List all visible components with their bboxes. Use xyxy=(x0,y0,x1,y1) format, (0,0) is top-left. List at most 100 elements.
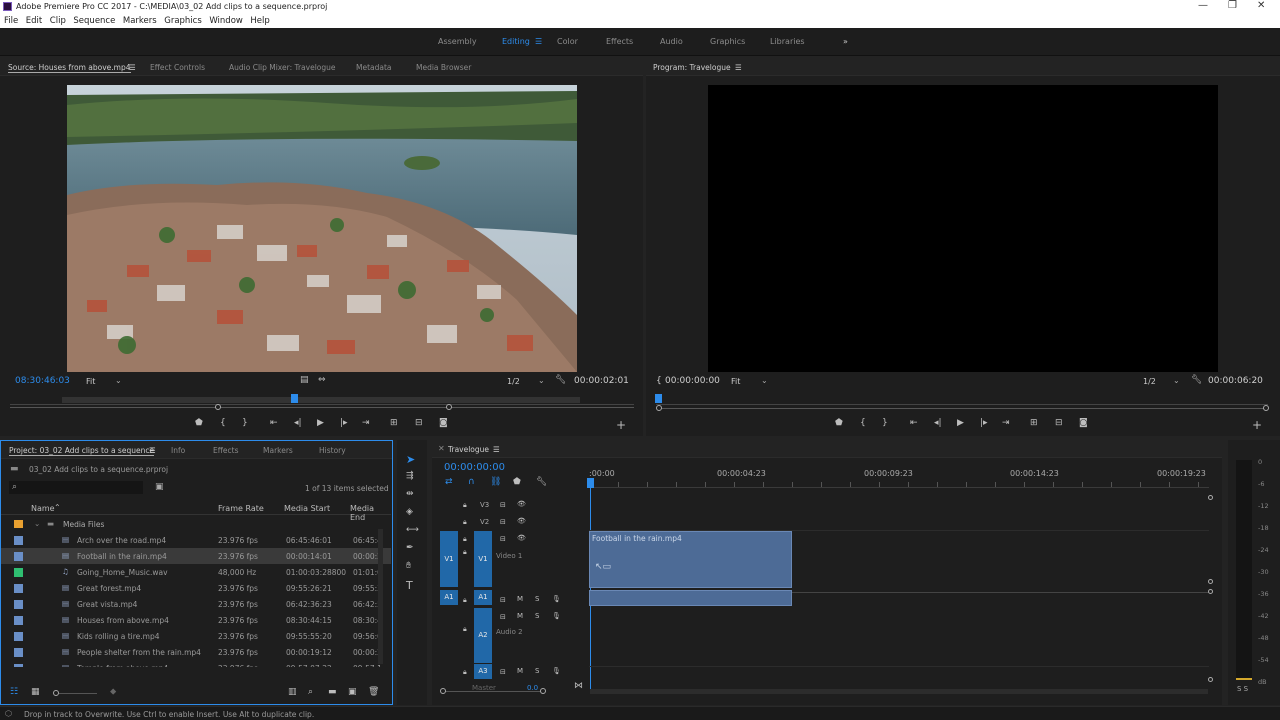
program-playhead[interactable] xyxy=(655,394,662,403)
source-scroll-handle-right[interactable] xyxy=(446,404,452,410)
workspace-effects[interactable]: Effects xyxy=(606,37,633,46)
source-a1-patch[interactable]: A1 xyxy=(440,590,458,605)
vscroll-handle-top[interactable] xyxy=(1208,495,1213,500)
tab-source[interactable]: Source: Houses from above.mp4 xyxy=(8,63,131,73)
meter-solo-buttons[interactable]: S S xyxy=(1237,685,1248,693)
timeline-zoom-bar[interactable] xyxy=(590,689,1208,694)
timeline-settings-icon[interactable]: 🔧︎ xyxy=(536,477,547,487)
label-color-swatch[interactable] xyxy=(14,568,23,577)
a2-lock-icon[interactable]: 🔒︎ xyxy=(463,625,467,634)
new-item-icon[interactable]: ▣ xyxy=(348,687,357,697)
timeline-hscroll-right[interactable] xyxy=(540,688,546,694)
vscroll-handle-mid[interactable] xyxy=(1208,579,1213,584)
v2-eye-icon[interactable]: 👁︎ xyxy=(517,517,526,525)
automate-to-sequence-icon[interactable]: ▥ xyxy=(288,687,297,697)
program-play-icon[interactable]: ▶ xyxy=(957,418,964,428)
tab-travelogue[interactable]: Travelogue xyxy=(448,445,489,454)
label-color-swatch[interactable] xyxy=(14,536,23,545)
col-media-start[interactable]: Media Start xyxy=(284,504,330,513)
project-menu-icon[interactable]: ☰ xyxy=(149,446,156,455)
menu-help[interactable]: Help xyxy=(250,14,269,26)
lift-icon[interactable]: ⊞ xyxy=(1030,418,1038,428)
project-search-input[interactable] xyxy=(9,481,143,494)
vscroll-handle-mid2[interactable] xyxy=(1208,589,1213,594)
menu-graphics[interactable]: Graphics xyxy=(164,14,202,26)
source-res-chevron-icon[interactable]: ⌄ xyxy=(538,376,545,385)
source-scroll-track[interactable] xyxy=(10,407,634,408)
track-a3-target[interactable]: A3 xyxy=(474,664,492,679)
timeline-vertical-scroll[interactable] xyxy=(1208,495,1213,685)
a2-mute[interactable]: M xyxy=(517,612,523,620)
new-bin-icon[interactable]: ▬ xyxy=(328,687,337,697)
source-wrench-icon[interactable]: 🔧︎ xyxy=(555,375,566,385)
timeline-hscroll-track[interactable] xyxy=(442,691,545,692)
project-scrollbar[interactable] xyxy=(378,529,383,664)
tab-program[interactable]: Program: Travelogue xyxy=(653,63,731,72)
extract-icon[interactable]: ⊟ xyxy=(1055,418,1063,428)
timeline-ruler[interactable]: :00:00 00:00:04:23 00:00:09:23 00:00:14:… xyxy=(589,468,1209,488)
a1-sync-icon[interactable]: ⊟ xyxy=(500,596,506,604)
label-color-swatch[interactable] xyxy=(14,616,23,625)
project-item-row[interactable]: ▤ Great vista.mp4 23.976 fps 06:42:36:23 06:… xyxy=(1,596,391,612)
tab-project[interactable]: Project: 03_02 Add clips to a sequence xyxy=(9,446,155,456)
nest-icon[interactable]: ⇄ xyxy=(445,477,453,487)
timeline-marker-icon[interactable]: ⬟ xyxy=(513,477,521,487)
label-color-swatch[interactable] xyxy=(14,552,23,561)
go-to-in-icon[interactable]: ⇤ xyxy=(270,418,278,428)
list-view-icon[interactable]: ☷ xyxy=(10,687,18,697)
source-drag-icon[interactable]: ⇔ xyxy=(318,375,326,385)
v2-lock-icon[interactable]: 🔒︎ xyxy=(463,518,467,527)
menu-markers[interactable]: Markers xyxy=(123,14,157,26)
close-icon[interactable]: ✕ xyxy=(1257,0,1265,11)
tab-media-browser[interactable]: Media Browser xyxy=(416,63,471,72)
tab-info[interactable]: Info xyxy=(171,446,185,455)
program-add-marker-icon[interactable]: ⬟ xyxy=(835,418,843,428)
v1-sync-icon[interactable]: ⊟ xyxy=(500,535,506,543)
source-zoom-range[interactable] xyxy=(62,397,580,403)
mark-in-icon[interactable]: { xyxy=(220,418,226,428)
program-resolution-select[interactable]: 1/2 xyxy=(1143,377,1156,386)
source-v1-patch[interactable]: V1 xyxy=(440,531,458,587)
icon-view-icon[interactable]: ▦ xyxy=(31,687,40,697)
source-scroll-handle-left[interactable] xyxy=(215,404,221,410)
minimize-icon[interactable]: — xyxy=(1198,0,1208,11)
track-select-tool-icon[interactable]: ⇶ xyxy=(406,471,414,481)
program-timecode[interactable]: 00:00:00:00 xyxy=(665,376,720,386)
close-sequence-icon[interactable]: ✕ xyxy=(438,444,445,453)
workspace-editing[interactable]: Editing xyxy=(502,37,530,46)
tab-metadata[interactable]: Metadata xyxy=(356,63,392,72)
source-add-button-icon[interactable]: + xyxy=(616,418,626,432)
linked-selection-icon[interactable]: ⛓︎ xyxy=(490,477,501,487)
folder-expand-icon[interactable]: ⌄ xyxy=(34,519,40,528)
folder-row[interactable]: ⌄ ▬ Media Files xyxy=(1,516,391,532)
mark-out-icon[interactable]: } xyxy=(242,418,248,428)
v2-sync-icon[interactable]: ⊟ xyxy=(500,518,506,526)
project-item-row[interactable]: ▤ Arch over the road.mp4 23.976 fps 06:45:4… xyxy=(1,532,391,548)
menu-sequence[interactable]: Sequence xyxy=(73,14,115,26)
track-a1-target[interactable]: A1 xyxy=(474,590,492,605)
a1-mute[interactable]: M xyxy=(517,595,523,603)
program-add-button-icon[interactable]: + xyxy=(1252,418,1262,432)
program-wrench-icon[interactable]: 🔧︎ xyxy=(1191,375,1202,385)
label-color-swatch[interactable] xyxy=(14,632,23,641)
overwrite-icon[interactable]: ⊟ xyxy=(415,418,423,428)
project-item-row[interactable]: ▤ Great forest.mp4 23.976 fps 09:55:26:21 09… xyxy=(1,580,391,596)
v1-lock-icon[interactable]: 🔒︎ xyxy=(463,535,467,544)
program-mark-out-icon[interactable]: } xyxy=(882,418,888,428)
program-go-to-in-icon[interactable]: ⇤ xyxy=(910,418,918,428)
slip-tool-icon[interactable]: ⟷ xyxy=(406,525,419,535)
workspace-libraries[interactable]: Libraries xyxy=(770,37,805,46)
timeline-playhead[interactable] xyxy=(587,478,594,488)
project-item-row[interactable]: ▤ Kids rolling a tire.mp4 23.976 fps 09:55:… xyxy=(1,628,391,644)
program-scroll-track[interactable] xyxy=(659,408,1267,409)
source-fit-select[interactable]: Fit xyxy=(86,377,95,386)
a3-lock-icon[interactable]: 🔒︎ xyxy=(463,668,467,677)
tab-audio-clip-mixer[interactable]: Audio Clip Mixer: Travelogue xyxy=(229,63,336,72)
clip-football-audio[interactable] xyxy=(589,590,792,606)
source-settings-icon[interactable]: ▤ xyxy=(300,375,309,385)
v3-sync-icon[interactable]: ⊟ xyxy=(500,501,506,509)
menu-clip[interactable]: Clip xyxy=(50,14,66,26)
restore-icon[interactable]: ❐ xyxy=(1228,0,1237,11)
tab-effect-controls[interactable]: Effect Controls xyxy=(150,63,205,72)
workspace-menu-icon[interactable]: ☰ xyxy=(535,37,542,46)
